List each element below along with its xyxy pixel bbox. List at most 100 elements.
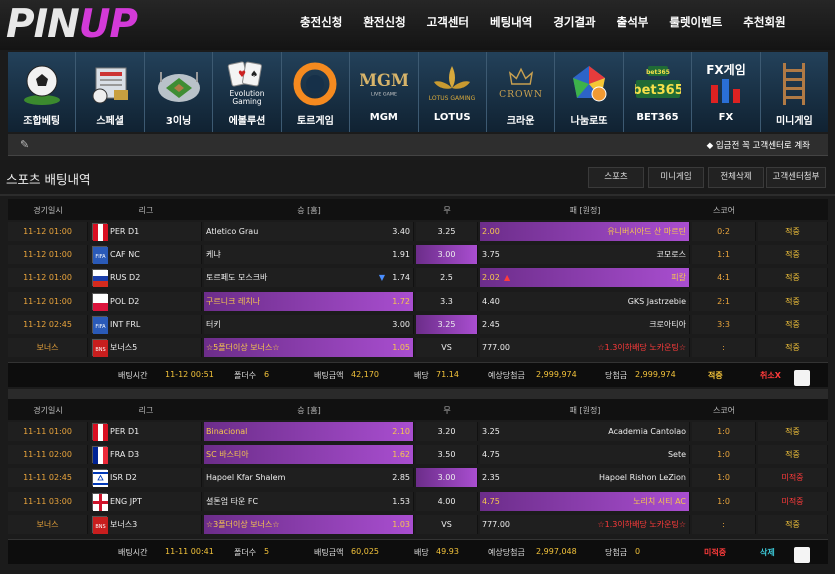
away-cell[interactable]: 2.00 유니버시아드 산 마르틴 bbox=[480, 222, 690, 241]
draw-cell[interactable]: 3.3 bbox=[416, 291, 478, 311]
page-title: 스포츠 배팅내역 bbox=[6, 172, 91, 187]
tab-minigame[interactable]: 미니게임 bbox=[648, 167, 704, 188]
top-nav-item[interactable]: 추천회원 bbox=[743, 14, 785, 30]
away-cell[interactable]: 4.40 GKS Jastrzebie bbox=[480, 291, 690, 311]
game-item-MGM[interactable]: MGM LIVE GAME MGM bbox=[350, 52, 419, 132]
home-team: Hapoel Kfar Shalem bbox=[206, 473, 286, 483]
select-checkbox[interactable] bbox=[794, 547, 810, 563]
game-item-3이닝[interactable]: 3이닝 bbox=[145, 52, 214, 132]
score-cell: 1:0 bbox=[692, 491, 756, 511]
home-cell[interactable]: ☆3폴더이상 보너스☆ 1.03 bbox=[204, 514, 414, 534]
away-odds: 2.35 bbox=[482, 473, 500, 483]
fx-chart-icon: FX게임 bbox=[702, 60, 750, 108]
top-nav-item[interactable]: 고객센터 bbox=[427, 14, 469, 30]
top-nav-item[interactable]: 출석부 bbox=[617, 14, 649, 30]
league-cell: FIFA INT FRL bbox=[90, 314, 202, 334]
svg-text:Gaming: Gaming bbox=[232, 97, 262, 106]
bet-amount-label: 배팅금액 bbox=[314, 548, 344, 557]
flag-icon-poland bbox=[92, 292, 108, 311]
match-date: 보너스 bbox=[8, 514, 88, 534]
match-date: 11-12 01:00 bbox=[8, 291, 88, 311]
draw-cell[interactable]: VS bbox=[416, 338, 478, 357]
home-cell[interactable]: Atletico Grau 3.40 bbox=[204, 222, 414, 241]
folder-count-label: 폴더수 bbox=[234, 371, 257, 381]
away-cell[interactable]: 3.25 Academia Cantolao bbox=[480, 422, 690, 441]
pinup-logo[interactable]: PIN UP bbox=[6, 2, 138, 47]
home-cell[interactable]: Binacional 2.10 bbox=[204, 422, 414, 441]
bet-amount-label: 배팅금액 bbox=[314, 371, 344, 381]
draw-cell[interactable]: 4.00 bbox=[416, 491, 478, 511]
top-nav-item[interactable]: 경기결과 bbox=[553, 14, 595, 30]
home-team: Binacional bbox=[206, 427, 248, 436]
evolution-gaming-logo: ♥ ♠ Evolution Gaming bbox=[223, 60, 271, 108]
game-item-미니게임[interactable]: 미니게임 bbox=[761, 52, 828, 132]
draw-cell[interactable]: 3.00 bbox=[416, 245, 478, 265]
delete-all-button[interactable]: 전체삭제 bbox=[708, 167, 764, 188]
flag-icon-bonus: BNS bbox=[92, 339, 108, 357]
away-odds: 2.02 bbox=[482, 273, 500, 283]
bet-amount-value: 42,170 bbox=[351, 370, 379, 380]
game-item-에볼루션[interactable]: ♥ ♠ Evolution Gaming 에볼루션 bbox=[213, 52, 282, 132]
away-team: ☆1.3이하배당 노카운팅☆ bbox=[597, 343, 687, 352]
draw-cell[interactable]: 3.25 bbox=[416, 222, 478, 241]
score-cell: 1:0 bbox=[692, 445, 756, 465]
home-cell[interactable]: Hapoel Kfar Shalem 2.85 bbox=[204, 468, 414, 488]
tab-sports[interactable]: 스포츠 bbox=[588, 167, 644, 188]
result-cell: 적중 bbox=[758, 314, 828, 334]
top-nav-item[interactable]: 룰렛이벤트 bbox=[669, 14, 722, 30]
game-menu: 조합베팅 스페셜 3이닝 ♥ ♠ Evolution Gaming 에볼루션 토르게임 MGM LI… bbox=[8, 52, 828, 132]
header-date: 경기일시 bbox=[33, 206, 63, 215]
home-cell[interactable]: SC 바스티아 1.62 bbox=[204, 445, 414, 465]
home-cell[interactable]: 셜톤엄 타운 FC 1.53 bbox=[204, 491, 414, 511]
away-cell[interactable]: 2.45 크로아티아 bbox=[480, 314, 690, 334]
draw-cell[interactable]: VS bbox=[416, 514, 478, 534]
top-nav-item[interactable]: 베팅내역 bbox=[490, 14, 532, 30]
away-cell[interactable]: 4.75 노리치 시티 AC bbox=[480, 491, 690, 511]
attach-support-button[interactable]: 고객센터첨부 bbox=[766, 167, 826, 188]
draw-cell[interactable]: 3.50 bbox=[416, 445, 478, 465]
game-item-FX[interactable]: FX게임 FX bbox=[692, 52, 761, 132]
home-cell[interactable]: 구르니크 레치나 1.72 bbox=[204, 291, 414, 311]
top-nav-item[interactable]: 충전신청 bbox=[300, 14, 342, 30]
table-row: 11-12 01:00 FIFA CAF NC 케냐 1.91 3.00 3.75 코모로스 1… bbox=[8, 244, 828, 265]
select-checkbox[interactable] bbox=[794, 370, 810, 387]
away-cell[interactable]: 777.00 ☆1.3이하배당 노카운팅☆ bbox=[480, 338, 690, 357]
header-away: 패 [원정] bbox=[569, 206, 601, 215]
game-item-스페셜[interactable]: 스페셜 bbox=[76, 52, 145, 132]
game-item-나눔로또[interactable]: 나눔로또 bbox=[555, 52, 624, 132]
pencil-icon[interactable]: ✎ bbox=[20, 138, 29, 151]
draw-cell[interactable]: 3.25 bbox=[416, 314, 478, 334]
game-item-BET365[interactable]: bet365 bet365 BET365 bbox=[624, 52, 693, 132]
home-cell[interactable]: 터키 3.00 bbox=[204, 314, 414, 334]
tor-ring-logo bbox=[291, 60, 339, 108]
game-item-조합베팅[interactable]: 조합베팅 bbox=[8, 52, 77, 132]
delete-button[interactable]: 삭제 bbox=[760, 547, 775, 558]
top-nav-item[interactable]: 환전신청 bbox=[363, 14, 405, 30]
result-cell: 적중 bbox=[758, 268, 828, 288]
home-cell[interactable]: ☆5폴더이상 보너스☆ 1.05 bbox=[204, 338, 414, 357]
game-item-크라운[interactable]: CROWN 크라운 bbox=[487, 52, 556, 132]
league-cell: FIFA CAF NC bbox=[90, 245, 202, 265]
draw-cell[interactable]: 3.20 bbox=[416, 422, 478, 441]
folder-count-value: 5 bbox=[264, 547, 270, 556]
table-row: 11-11 01:00 PER D1 Binacional 2.10 3.20 3.25 A… bbox=[8, 421, 828, 442]
draw-cell[interactable]: 2.5 bbox=[416, 268, 478, 288]
league-name: RUS D2 bbox=[110, 273, 141, 283]
away-cell[interactable]: 4.75 Sete bbox=[480, 445, 690, 465]
svg-text:♠: ♠ bbox=[250, 70, 258, 80]
cancel-disabled-label[interactable]: 취소X bbox=[760, 370, 781, 381]
away-cell[interactable]: 777.00 ☆1.3이하배당 노카운팅☆ bbox=[480, 514, 690, 534]
away-cell[interactable]: 3.75 코모로스 bbox=[480, 245, 690, 265]
draw-cell[interactable]: 3.00 bbox=[416, 468, 478, 488]
score-cell: 1:0 bbox=[692, 422, 756, 441]
away-cell[interactable]: 2.02 피칼 ▲ bbox=[480, 268, 690, 288]
league-cell: RUS D2 bbox=[90, 268, 202, 288]
home-cell[interactable]: 토르페도 모스크바 ▼ 1.74 bbox=[204, 268, 414, 288]
home-cell[interactable]: 케냐 1.91 bbox=[204, 245, 414, 265]
away-cell[interactable]: 2.35 Hapoel Rishon LeZion bbox=[480, 468, 690, 488]
total-odds-value: 71.14 bbox=[436, 370, 459, 380]
game-item-토르게임[interactable]: 토르게임 bbox=[282, 52, 351, 132]
score-cell: 0:2 bbox=[692, 222, 756, 241]
home-team: 셜톤엄 타운 FC bbox=[206, 496, 259, 506]
game-item-LOTUS[interactable]: LOTUS GAMING LOTUS bbox=[419, 52, 487, 132]
